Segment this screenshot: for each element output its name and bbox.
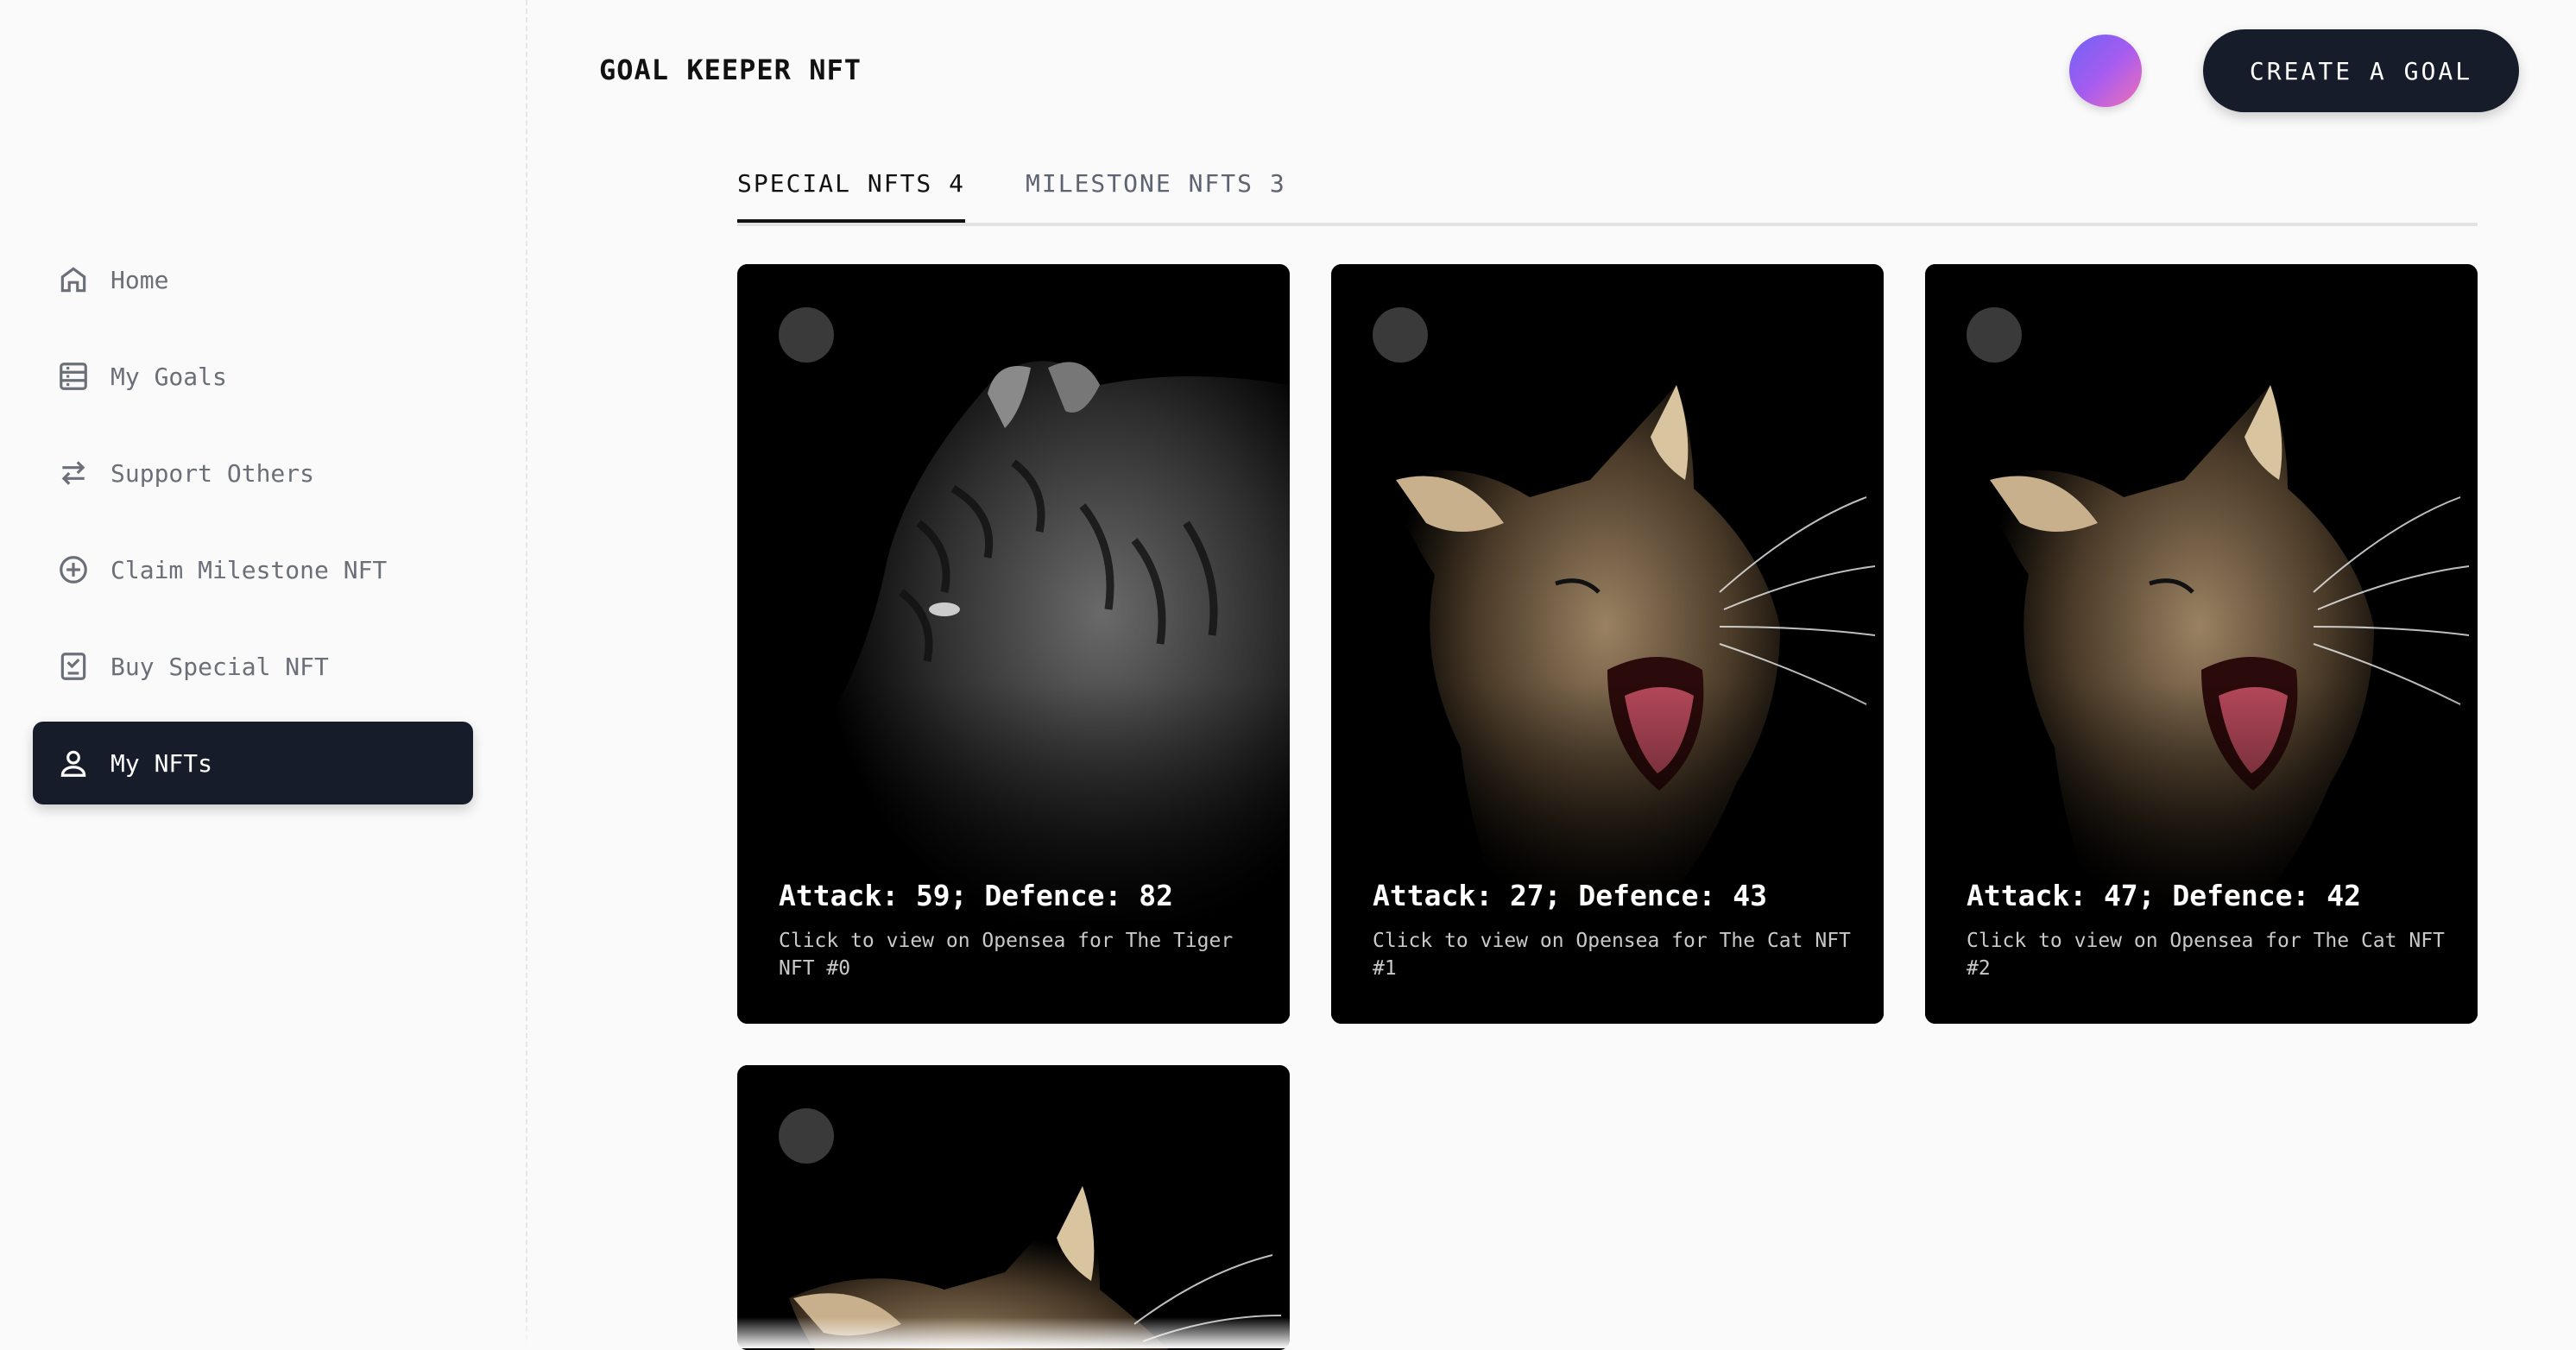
card-badge xyxy=(779,1108,834,1164)
nft-card[interactable]: Attack: 27; Defence: 43 Click to view on… xyxy=(1331,264,1884,1024)
sidebar-item-label: Home xyxy=(110,265,169,294)
card-description: Click to view on Opensea for The Tiger N… xyxy=(779,930,1234,980)
home-icon xyxy=(57,263,90,296)
card-description: Click to view on Opensea for The Cat NFT… xyxy=(1967,930,2445,980)
sidebar-item-label: Support Others xyxy=(110,458,315,488)
card-stats: Attack: 47; Defence: 42 xyxy=(1967,879,2361,912)
user-icon xyxy=(57,747,90,779)
sidebar-item-label: Claim Milestone NFT xyxy=(110,555,388,584)
sidebar-item-label: My Goals xyxy=(110,362,227,391)
brand-title: GOAL KEEPER NFT xyxy=(599,54,862,86)
card-description: Click to view on Opensea for The Cat NFT… xyxy=(1373,930,1851,980)
create-goal-button[interactable]: CREATE A GOAL xyxy=(2203,29,2519,112)
card-stats: Attack: 59; Defence: 82 xyxy=(779,879,1173,912)
sidebar-item-my-goals[interactable]: My Goals xyxy=(33,335,473,418)
sidebar-nav: Home My Goals Support Others Claim Miles… xyxy=(33,238,473,818)
goals-icon xyxy=(57,360,90,393)
nft-card[interactable]: Attack: 59; Defence: 82 Click to view on… xyxy=(737,264,1290,1024)
sidebar: Home My Goals Support Others Claim Miles… xyxy=(0,0,527,1348)
bottom-fade xyxy=(0,1317,2576,1348)
tab-special-nfts[interactable]: SPECIAL NFTS 4 xyxy=(737,164,966,223)
sidebar-item-label: Buy Special NFT xyxy=(110,652,329,681)
nft-tabs: SPECIAL NFTS 4 MILESTONE NFTS 3 xyxy=(737,164,2478,226)
sidebar-item-home[interactable]: Home xyxy=(33,238,473,321)
sidebar-item-claim-milestone[interactable]: Claim Milestone NFT xyxy=(33,528,473,611)
nft-card[interactable] xyxy=(737,1065,1290,1350)
sidebar-item-my-nfts[interactable]: My NFTs xyxy=(33,722,473,804)
sidebar-item-buy-special[interactable]: Buy Special NFT xyxy=(33,625,473,708)
sidebar-item-support-others[interactable]: Support Others xyxy=(33,432,473,514)
card-badge xyxy=(1373,307,1428,363)
card-stats: Attack: 27; Defence: 43 xyxy=(1373,879,1767,912)
checkbox-icon xyxy=(57,650,90,683)
avatar[interactable] xyxy=(2069,35,2142,107)
sidebar-item-label: My NFTs xyxy=(110,748,213,778)
tab-milestone-nfts[interactable]: MILESTONE NFTS 3 xyxy=(1026,164,1286,223)
swap-arrows-icon xyxy=(57,457,90,489)
cat-image xyxy=(737,1065,1290,1350)
card-badge xyxy=(779,307,834,363)
nft-card[interactable]: Attack: 47; Defence: 42 Click to view on… xyxy=(1925,264,2478,1024)
plus-circle-icon xyxy=(57,553,90,586)
card-badge xyxy=(1967,307,2022,363)
